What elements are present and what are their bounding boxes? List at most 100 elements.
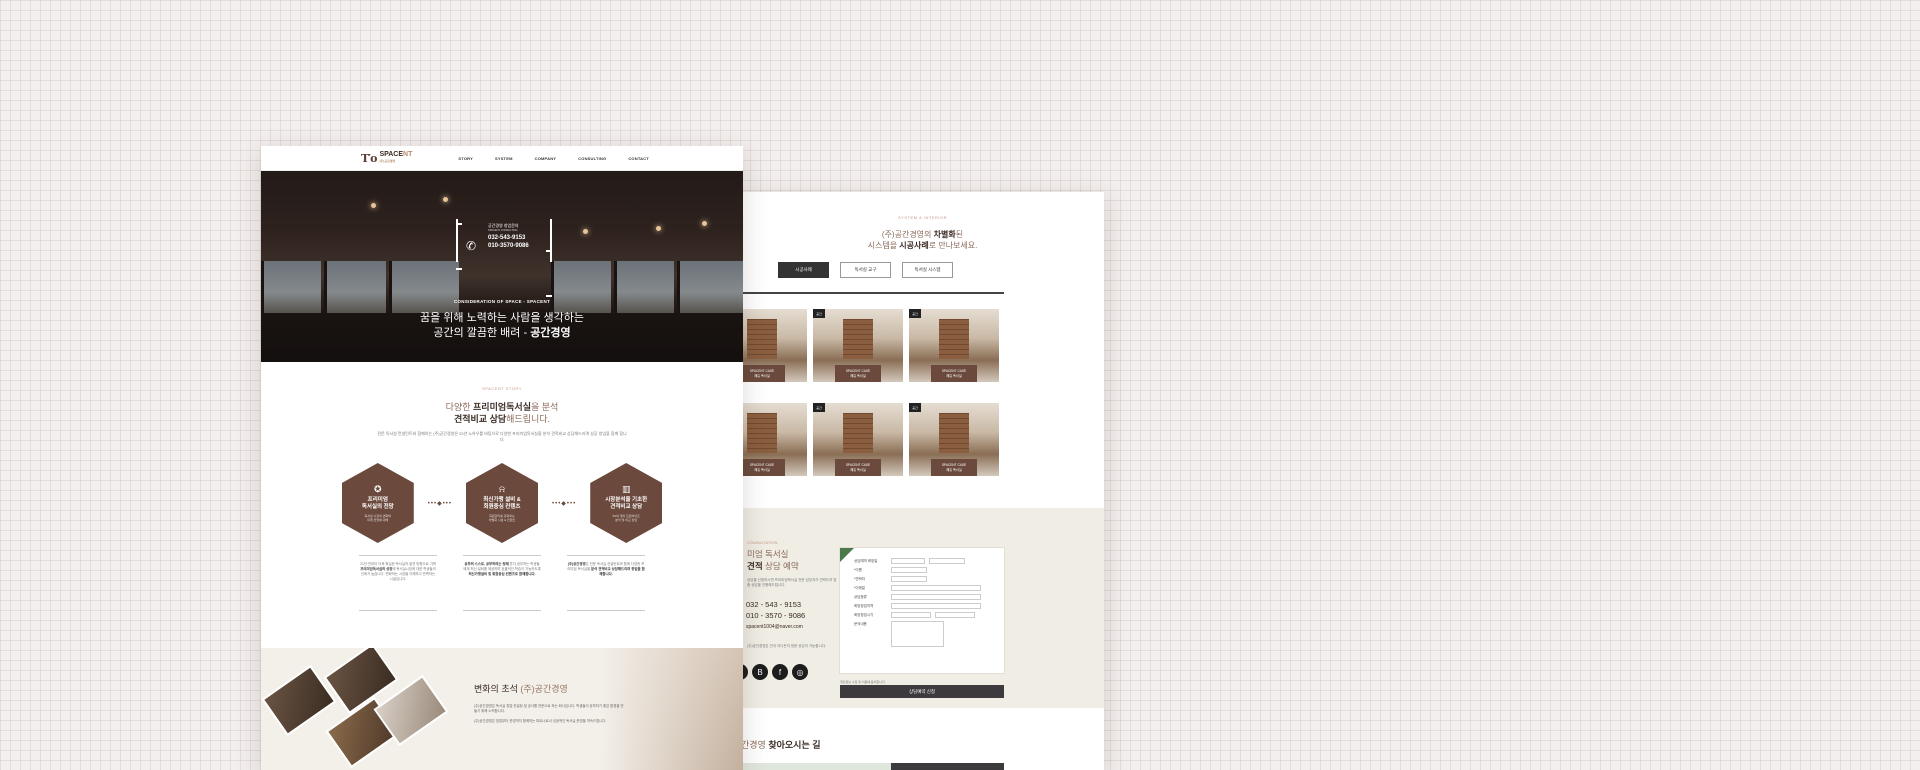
feature-sub: 50여 개의 프랜차이즈 분석 및 비교 상담 — [612, 514, 640, 522]
tab-cases[interactable]: 시공사례 — [778, 262, 829, 278]
bell-icon: ⍾ — [499, 484, 505, 494]
type-select[interactable] — [891, 594, 981, 600]
story-title: 다양한 프리미엄독서실을 분석 견적비교 상담해드립니다. — [445, 402, 559, 424]
lamp — [583, 229, 588, 234]
dots-separator: •••◆••• — [552, 500, 577, 507]
brick-wall — [843, 319, 873, 359]
date-input[interactable] — [891, 558, 925, 564]
reserve-note: (주)공간경영은 전국 어디든지 방문 상담이 가능합니다. — [747, 644, 827, 648]
change-section: 변화의 초석 (주)공간경영 (주)공간경영은 독서실 창업 컨설팅 및 공사를… — [261, 648, 743, 770]
divider — [741, 292, 1004, 294]
brick-wall — [747, 319, 777, 359]
case-caption: SPACENT CASE 쾌유 독서실 — [835, 459, 881, 476]
system-tabs: 시공사례 독서실 교구 독서실 시스템 — [778, 262, 953, 278]
chart-icon: ▥ — [621, 484, 631, 494]
field-label: 상담예약 희망일 — [854, 558, 878, 563]
tab-tools[interactable]: 독서실 교구 — [840, 262, 891, 278]
front-page-mockup: T′o SPACENT (주)공간경영 STORY SYSTEM COMPANY … — [261, 146, 743, 770]
award-icon: ✪ — [374, 484, 382, 494]
submit-button[interactable]: 상담예약 신청 — [840, 685, 1004, 698]
phone-input[interactable] — [891, 576, 927, 582]
feature-title: 시장분석을 기초한 견적비교 상담 — [605, 497, 648, 510]
feature-card: ▥ 시장분석을 기초한 견적비교 상담 50여 개의 프랜차이즈 분석 및 비교… — [590, 463, 663, 543]
case-caption: SPACENT CASE 쾌유 독서실 — [931, 459, 977, 476]
lamp — [656, 226, 661, 231]
reserve-phone: 032 - 543 - 9153 010 - 3570 - 9086 — [746, 600, 806, 620]
case-tile[interactable]: 공간 SPACENT CASE 쾌유 독서실 — [909, 403, 999, 476]
phone-icon: ✆ — [466, 239, 477, 253]
menu-item-story[interactable]: STORY — [458, 156, 473, 161]
feature-description: 공부의 스스로, 공부하려는 정체 혼자 공부하는 학생들에게 최신 설비를 제… — [463, 555, 541, 611]
case-tile[interactable]: SPACENT CASE 쾌유 독서실 — [741, 403, 807, 476]
case-tile[interactable]: SPACENT CASE 쾌유 독서실 — [741, 309, 807, 382]
contact-box[interactable]: 공간경영 창업문의 SPACENT CONSULTING ✆ 032-543-9… — [456, 219, 552, 297]
feature-sub: 회원관리를 강화하는 차별화 시설 & 컨텐츠 — [488, 514, 516, 522]
reserve-kicker: CONSULTATION — [747, 540, 778, 545]
feature-description: (주)공간경영은 전문 독서실 컨설턴트와 함께 다양한 프리미엄 독서실을 분… — [567, 555, 645, 611]
tab-system[interactable]: 독서실 시스템 — [902, 262, 953, 278]
brick-wall — [939, 413, 969, 453]
change-description: (주)공간경영은 독서실 창업 컨설팅 및 공사를 전문으로 하는 회사입니다.… — [474, 704, 624, 723]
menu-item-consulting[interactable]: CONSULTING — [578, 156, 606, 161]
feature-card: ⍾ 최신가맹 설비 & 회원중심 컨텐츠 회원관리를 강화하는 차별화 시설 &… — [466, 463, 538, 543]
case-badge: 공간 — [813, 403, 825, 412]
logo-mark: T′o — [361, 151, 377, 165]
feature-card: ✪ 프리미엄 독서실의 전망 독서실 시장의 변화와 미래 전망에 대해 — [341, 463, 414, 543]
message-textarea[interactable] — [891, 621, 944, 647]
case-tile[interactable]: 공간 SPACENT CASE 쾌유 독서실 — [813, 403, 903, 476]
hero-headline-2: 공간의 깔끔한 배려 - 공간경영 — [433, 327, 571, 339]
lamp — [702, 221, 707, 226]
case-badge: 공간 — [909, 403, 921, 412]
reservation-form: 상담예약 희망일 *이름 *연락처 *이메일 상담종류 희망창업지역 희망창업시… — [840, 548, 1004, 673]
facebook-icon[interactable]: f — [772, 664, 788, 680]
case-name: 쾌유 독서실 — [850, 374, 866, 378]
field-label: 희망창업시기 — [854, 612, 874, 617]
case-name: 쾌유 독서실 — [946, 468, 962, 472]
menu-item-company[interactable]: COMPANY — [535, 156, 557, 161]
directions-title: 간경영 찾아오시는 길 — [741, 740, 821, 750]
brick-wall — [843, 413, 873, 453]
map-strip — [741, 763, 1004, 770]
feature-title: 프리미엄 독서실의 전망 — [361, 497, 394, 510]
main-menu: STORY SYSTEM COMPANY CONSULTING CONTACT — [458, 156, 649, 161]
story-description: 전문 독서실 컨설턴트와 함께하는 (주)공간경영은 20년 노하우를 바탕으로… — [377, 431, 627, 442]
case-name: 쾌유 독서실 — [754, 374, 770, 378]
blog-b-icon[interactable]: B — [752, 664, 768, 680]
period-from-input[interactable] — [891, 612, 931, 618]
case-name: 쾌유 독서실 — [754, 468, 770, 472]
form-ribbon — [840, 548, 854, 562]
contact-sub: SPACENT CONSULTING — [488, 229, 518, 232]
case-name: 쾌유 독서실 — [850, 468, 866, 472]
field-label: *이름 — [854, 567, 862, 572]
system-title: (주)공간경영의 차별화된 시스템을 시공사례로 만나보세요. — [867, 230, 978, 250]
brick-wall — [747, 413, 777, 453]
case-tile[interactable]: 공간 SPACENT CASE 쾌유 독서실 — [813, 309, 903, 382]
field-label: *이메일 — [854, 585, 866, 590]
feature-hexagons: ✪ 프리미엄 독서실의 전망 독서실 시장의 변화와 미래 전망에 대해 •••… — [261, 463, 743, 543]
contact-phone-2: 010-3570-9086 — [488, 243, 529, 249]
brick-wall — [939, 319, 969, 359]
story-section: SPACENT STORY 다양한 프리미엄독서실을 분석 견적비교 상담해드립… — [261, 362, 743, 611]
field-label: 희망창업지역 — [854, 603, 874, 608]
top-nav: T′o SPACENT (주)공간경영 STORY SYSTEM COMPANY … — [261, 146, 743, 171]
feature-description: 21년 전부터 더욱 확실한 독서실의 발전 방향으로 가며 프리미엄독서실의 … — [359, 555, 437, 611]
back-page-mockup: SYSTEM & INTERIOR (주)공간경영의 차별화된 시스템을 시공사… — [741, 192, 1104, 770]
region-input[interactable] — [891, 603, 981, 609]
email-input[interactable] — [891, 585, 981, 591]
reserve-email[interactable]: spacent1004@naver.com — [746, 624, 803, 630]
name-input[interactable] — [891, 567, 927, 573]
story-kicker: SPACENT STORY — [482, 386, 522, 391]
system-kicker: SYSTEM & INTERIOR — [898, 215, 947, 220]
menu-item-contact[interactable]: CONTACT — [628, 156, 649, 161]
case-caption: SPACENT CASE 쾌유 독서실 — [741, 365, 785, 382]
field-label: *연락처 — [854, 576, 866, 581]
instagram-icon[interactable]: ◎ — [792, 664, 808, 680]
case-name: 쾌유 독서실 — [946, 374, 962, 378]
case-tile[interactable]: 공간 SPACENT CASE 쾌유 독서실 — [909, 309, 999, 382]
site-logo[interactable]: T′o SPACENT (주)공간경영 — [361, 151, 412, 165]
period-to-input[interactable] — [935, 612, 975, 618]
time-select[interactable] — [929, 558, 965, 564]
dots-separator: •••◆••• — [427, 500, 452, 507]
menu-item-system[interactable]: SYSTEM — [495, 156, 513, 161]
lamp — [443, 197, 448, 202]
